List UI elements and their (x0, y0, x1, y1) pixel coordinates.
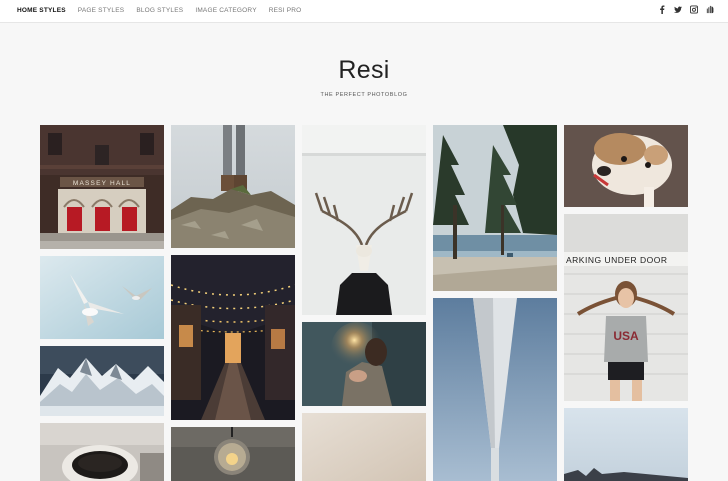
massey-hall-sign: MASSEY HALL (73, 180, 131, 187)
nav-home-styles[interactable]: HOME STYLES (17, 7, 66, 14)
photo-girl-usa-shirt[interactable]: ARKING UNDER DOOR USA (564, 214, 688, 401)
site-title[interactable]: Resi (0, 56, 728, 85)
parking-sign: ARKING UNDER DOOR (566, 255, 668, 265)
photo-cloudy-sky[interactable] (564, 408, 688, 481)
nav-page-styles[interactable]: PAGE STYLES (78, 7, 125, 14)
facebook-icon[interactable] (658, 5, 666, 15)
site-header: Resi THE PERFECT PHOTOBLOG (0, 56, 728, 98)
twitter-icon[interactable] (674, 5, 682, 15)
nav-image-category[interactable]: IMAGE CATEGORY (195, 7, 256, 14)
photo-antler-skull-man[interactable] (302, 125, 426, 315)
photo-woman-sparkler[interactable] (302, 322, 426, 406)
nav-blog-styles[interactable]: BLOG STYLES (136, 7, 183, 14)
tshirt-text: USA (613, 329, 639, 343)
top-navigation-bar: HOME STYLES PAGE STYLES BLOG STYLES IMAG… (0, 0, 728, 23)
photo-bulldog[interactable] (564, 125, 688, 207)
photo-bridge-column[interactable] (433, 298, 557, 481)
photo-legs-on-rock[interactable] (171, 125, 295, 248)
photo-coffee-cup[interactable] (40, 423, 164, 481)
photo-coastal-trees[interactable] (433, 125, 557, 291)
site-tagline: THE PERFECT PHOTOBLOG (320, 92, 408, 98)
photo-night-street-lights[interactable] (171, 255, 295, 420)
photo-snowy-mountains[interactable] (40, 346, 164, 416)
photo-massey-hall[interactable]: MASSEY HALL (40, 125, 164, 249)
soundcloud-icon[interactable] (706, 5, 714, 15)
photo-hanging-bulb[interactable] (171, 427, 295, 481)
social-links (658, 5, 714, 15)
instagram-icon[interactable] (690, 5, 698, 15)
photo-soft-beige[interactable] (302, 413, 426, 481)
photo-seagulls-flying[interactable] (40, 256, 164, 339)
main-menu: HOME STYLES PAGE STYLES BLOG STYLES IMAG… (17, 7, 301, 14)
nav-resi-pro[interactable]: RESI PRO (269, 7, 302, 14)
